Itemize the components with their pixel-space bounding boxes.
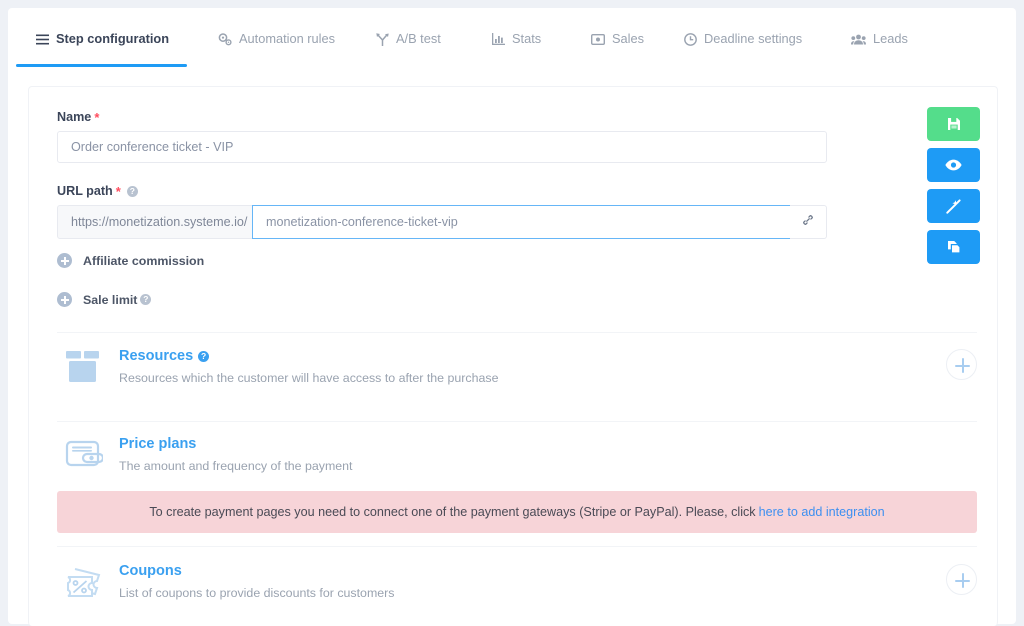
name-field-label: Name * (57, 109, 100, 125)
active-tab-underline (16, 64, 187, 67)
price-plans-text-block: Price plans The amount and frequency of … (119, 435, 977, 475)
save-button[interactable] (927, 107, 980, 141)
hamburger-icon (36, 34, 49, 45)
divider (57, 421, 977, 422)
url-prefix-label: https://monetization.systeme.io/ (57, 205, 253, 239)
affiliate-commission-label: Affiliate commission (83, 253, 205, 268)
help-icon[interactable]: ? (140, 294, 152, 305)
price-plans-title[interactable]: Price plans (119, 435, 977, 454)
help-icon[interactable]: ? (198, 351, 210, 362)
help-icon[interactable]: ? (126, 185, 138, 197)
tab-ab-test[interactable]: A/B test (376, 28, 441, 50)
divider (57, 546, 977, 547)
plus-circle-icon (57, 253, 72, 268)
tab-leads[interactable]: Leads (851, 28, 908, 50)
name-input[interactable] (57, 131, 827, 163)
resources-title[interactable]: Resources ? (119, 347, 946, 366)
tab-bar: Step configuration Automation rules A/B … (8, 8, 1016, 67)
gears-icon (218, 32, 232, 46)
tab-label: Sales (612, 30, 645, 46)
tab-stats[interactable]: Stats (492, 28, 541, 50)
url-path-field-label: URL path * ? (57, 184, 138, 198)
coupons-description: List of coupons to provide discounts for… (119, 586, 395, 600)
open-box-icon (57, 347, 119, 384)
bar-chart-icon (492, 33, 505, 45)
tab-label: Stats (512, 30, 542, 46)
coupons-title[interactable]: Coupons (119, 562, 946, 581)
eye-icon (945, 159, 962, 171)
required-marker: * (94, 109, 100, 125)
tab-label: Step configuration (56, 30, 170, 46)
url-path-input[interactable] (252, 205, 791, 239)
users-icon (851, 34, 866, 45)
step-configuration-card: Name * URL path * ? https://monetization… (28, 86, 998, 626)
split-arrow-icon (376, 32, 389, 46)
magic-wand-icon (946, 198, 961, 214)
price-plans-section: Price plans The amount and frequency of … (57, 435, 977, 475)
tab-deadline-settings[interactable]: Deadline settings (684, 28, 802, 50)
tab-label: Deadline settings (704, 30, 803, 46)
required-marker: * (115, 183, 121, 199)
sale-limit-toggle[interactable]: Sale limit ? (57, 292, 152, 307)
divider (57, 332, 977, 333)
tab-automation-rules[interactable]: Automation rules (218, 28, 335, 50)
sale-limit-label: Sale limit ? (83, 293, 152, 307)
open-link-button[interactable] (790, 205, 827, 239)
app-page: Step configuration Automation rules A/B … (0, 0, 1024, 626)
preview-button[interactable] (927, 148, 980, 182)
warning-text: To create payment pages you need to conn… (149, 505, 756, 519)
resources-text-block: Resources ? Resources which the customer… (119, 347, 946, 387)
coupons-section: Coupons List of coupons to provide disco… (57, 562, 977, 602)
step-editor-panel: Step configuration Automation rules A/B … (8, 8, 1016, 626)
money-bill-icon (591, 33, 605, 45)
add-resource-button[interactable] (946, 349, 977, 380)
tab-sales[interactable]: Sales (591, 28, 644, 50)
duplicate-button[interactable] (927, 230, 980, 264)
tab-label: A/B test (396, 30, 441, 46)
coupon-percent-icon (57, 562, 119, 599)
plus-circle-icon (57, 292, 72, 307)
url-path-input-group: https://monetization.systeme.io/ (57, 205, 827, 239)
wallet-icon (57, 435, 119, 470)
resources-description: Resources which the customer will have a… (119, 371, 499, 385)
add-coupon-button[interactable] (946, 564, 977, 595)
affiliate-commission-toggle[interactable]: Affiliate commission (57, 253, 204, 268)
payment-gateway-warning: To create payment pages you need to conn… (57, 491, 977, 533)
tab-step-configuration[interactable]: Step configuration (16, 28, 187, 67)
price-plans-description: The amount and frequency of the payment (119, 459, 353, 473)
copy-icon (947, 240, 961, 254)
resources-section: Resources ? Resources which the customer… (57, 347, 977, 387)
edit-page-button[interactable] (927, 189, 980, 223)
floppy-disk-icon (947, 117, 961, 131)
clock-icon (684, 32, 697, 46)
tab-label: Automation rules (239, 30, 336, 46)
chain-link-icon (801, 213, 815, 232)
action-button-stack (927, 107, 980, 271)
tab-label: Leads (873, 30, 908, 46)
coupons-text-block: Coupons List of coupons to provide disco… (119, 562, 946, 602)
add-integration-link[interactable]: here to add integration (759, 505, 885, 519)
